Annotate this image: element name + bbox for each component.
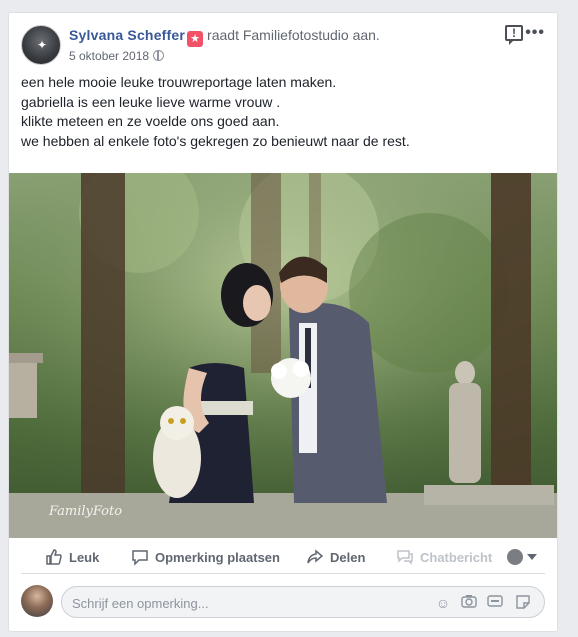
share-icon xyxy=(307,549,324,564)
report-icon[interactable]: ! xyxy=(505,25,523,45)
gif-icon[interactable] xyxy=(486,594,504,612)
post-body-line: gabriella is een leuke lieve warme vrouw… xyxy=(21,93,281,110)
comment-input[interactable] xyxy=(72,594,412,612)
post-card: ✦ Sylvana Scheffer ★ raadt Familiefotostud… xyxy=(8,12,558,632)
post-header: ✦ Sylvana Scheffer ★ raadt Familiefotostud… xyxy=(21,24,545,67)
post-body: een hele mooie leuke trouwreportage late… xyxy=(21,73,410,151)
post-body-line: klikte meteen en ze voelde ons goed aan. xyxy=(21,113,280,129)
chat-icon xyxy=(397,550,413,565)
comment-composer: ☺ xyxy=(21,584,545,618)
author-name[interactable]: Sylvana Scheffer xyxy=(69,27,185,43)
comment-label: Opmerking plaatsen xyxy=(155,550,280,565)
post-body-line: we hebben al enkele foto's gekregen zo b… xyxy=(21,132,410,149)
share-button[interactable]: Delen xyxy=(306,548,365,566)
post-title-line: Sylvana Scheffer ★ raadt Familiefotostudio… xyxy=(69,27,380,47)
post-body-line: een hele mooie leuke trouwreportage late… xyxy=(21,74,337,90)
avatar-logo: ✦ xyxy=(36,38,48,52)
like-label: Leuk xyxy=(69,550,100,565)
recommend-star-icon: ★ xyxy=(187,31,204,47)
comment-button[interactable]: Opmerking plaatsen xyxy=(131,548,280,566)
post-date[interactable]: 5 oktober 2018 xyxy=(69,49,149,63)
share-label: Delen xyxy=(330,550,366,565)
post-meta: 5 oktober 2018 xyxy=(69,49,165,63)
comment-icon xyxy=(132,550,148,566)
current-user-avatar[interactable] xyxy=(21,585,53,617)
wedding-photo-illustration: FamilyFoto xyxy=(9,173,557,538)
photo-watermark: FamilyFoto xyxy=(48,504,122,519)
camera-icon[interactable] xyxy=(460,594,478,612)
sticker-icon[interactable] xyxy=(514,594,532,612)
chevron-down-icon xyxy=(527,553,537,560)
like-button[interactable]: Leuk xyxy=(45,548,99,566)
thumbs-up-icon xyxy=(46,549,62,565)
post-photo[interactable]: FamilyFoto xyxy=(9,173,557,538)
chat-label: Chatbericht xyxy=(420,550,493,565)
more-options-icon[interactable]: ••• xyxy=(525,24,545,42)
comment-box[interactable]: ☺ xyxy=(61,586,545,618)
author-avatar[interactable]: ✦ xyxy=(21,25,61,65)
sticker-glyph xyxy=(516,595,530,609)
viewer-avatar xyxy=(507,548,523,565)
chat-button[interactable]: Chatbericht xyxy=(396,548,492,566)
gif-glyph xyxy=(487,595,503,607)
share-as-selector[interactable] xyxy=(507,548,537,566)
post-action-text: raadt Familiefotostudio aan. xyxy=(207,27,380,43)
globe-icon[interactable] xyxy=(153,50,165,61)
emoji-icon[interactable]: ☺ xyxy=(434,594,452,612)
post-actions-bar: Leuk Opmerking plaatsen Delen Chatberich… xyxy=(21,540,545,574)
camera-glyph xyxy=(461,595,477,608)
